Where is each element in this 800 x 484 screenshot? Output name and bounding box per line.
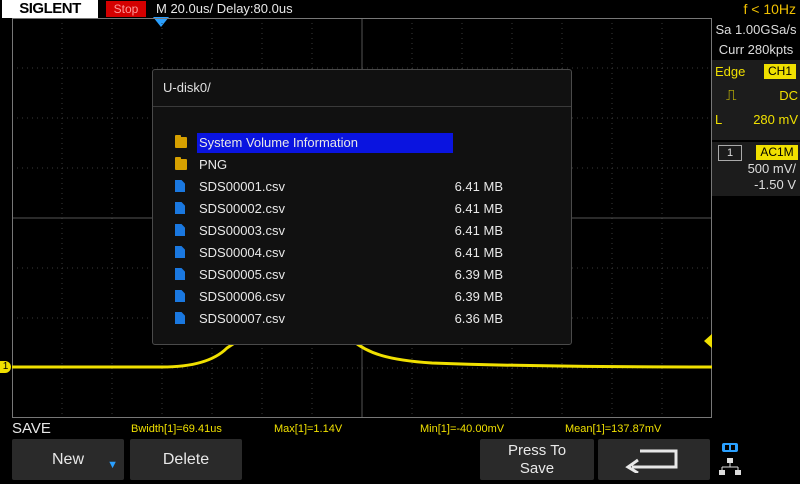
channel1-offset-marker[interactable]: 1 <box>0 361 11 373</box>
channel-coupling: AC1M <box>756 145 798 160</box>
file-browser-dialog: U-disk0/ System Volume Information PNG S… <box>152 69 572 345</box>
file-icon <box>175 290 185 302</box>
entry-size: 6.39 MB <box>454 289 503 304</box>
folder-icon <box>175 157 187 170</box>
entry-size: 6.41 MB <box>454 179 503 194</box>
file-entry-sds00001[interactable]: SDS00001.csv 6.41 MB <box>173 177 553 197</box>
trigger-level-label: L <box>715 112 723 127</box>
file-icon <box>175 268 185 280</box>
press-to-save-button[interactable]: Press To Save <box>480 439 594 480</box>
entry-name: System Volume Information <box>197 133 453 153</box>
delete-button-label: Delete <box>162 451 210 468</box>
file-entry-sds00004[interactable]: SDS00004.csv 6.41 MB <box>173 243 553 263</box>
entry-name: PNG <box>199 157 228 172</box>
file-icon <box>175 224 185 236</box>
channel-offset: -1.50 V <box>754 177 796 192</box>
channel-number: 1 <box>718 145 742 161</box>
side-info-panel: Sa 1.00GSa/s Curr 280kpts Edge CH1 ⎍ DC … <box>712 18 800 418</box>
run-stop-status[interactable]: Stop <box>106 1 146 17</box>
menu-title: SAVE <box>12 420 51 437</box>
dialog-divider <box>153 106 571 107</box>
entry-name: SDS00004.csv <box>199 245 285 260</box>
delete-button[interactable]: Delete <box>130 439 242 480</box>
measurement-bwidth: Bwidth[1]=69.41us <box>131 423 222 435</box>
entry-name: SDS00006.csv <box>199 289 285 304</box>
softkey-bar: New ▼ Delete Press To Save <box>0 437 800 480</box>
entry-name: SDS00005.csv <box>199 267 285 282</box>
trigger-level-value: 280 mV <box>753 112 798 127</box>
dialog-path: U-disk0/ <box>163 80 211 95</box>
file-entry-system-volume-information[interactable]: System Volume Information <box>173 133 553 153</box>
top-status-bar: SIGLENT Stop M 20.0us/ Delay:80.0us f < … <box>0 0 800 18</box>
entry-size: 6.41 MB <box>454 245 503 260</box>
file-entry-sds00002[interactable]: SDS00002.csv 6.41 MB <box>173 199 553 219</box>
press-to-label: Press To <box>507 442 567 459</box>
measurement-max: Max[1]=1.14V <box>274 423 343 435</box>
measurement-mean: Mean[1]=137.87mV <box>565 423 662 435</box>
file-entry-sds00007[interactable]: SDS00007.csv 6.36 MB <box>173 309 553 329</box>
trigger-settings-box[interactable]: Edge CH1 ⎍ DC L 280 mV <box>712 60 800 140</box>
file-icon <box>175 202 185 214</box>
entry-size: 6.41 MB <box>454 201 503 216</box>
folder-icon <box>175 135 187 148</box>
arrow-down-icon: ▼ <box>107 459 118 471</box>
entry-name: SDS00001.csv <box>199 179 285 194</box>
file-entry-sds00003[interactable]: SDS00003.csv 6.41 MB <box>173 221 553 241</box>
usb-network-status <box>716 441 746 479</box>
brand-logo: SIGLENT <box>2 0 98 18</box>
entry-size: 6.39 MB <box>454 267 503 282</box>
file-entry-sds00006[interactable]: SDS00006.csv 6.39 MB <box>173 287 553 307</box>
entry-name: SDS00007.csv <box>199 311 285 326</box>
channel1-settings-box[interactable]: 1 AC1M 500 mV/ -1.50 V <box>712 142 800 196</box>
entry-size: 6.36 MB <box>454 311 503 326</box>
entry-size: 6.41 MB <box>454 223 503 238</box>
trigger-type: Edge <box>715 64 746 79</box>
file-entry-sds00005[interactable]: SDS00005.csv 6.39 MB <box>173 265 553 285</box>
trigger-source: CH1 <box>764 64 796 79</box>
frequency-counter: f < 10Hz <box>743 1 796 17</box>
file-icon <box>175 180 185 192</box>
entry-name: SDS00003.csv <box>199 223 285 238</box>
save-label: Save <box>519 460 555 477</box>
memory-depth: Curr 280kpts <box>718 42 794 57</box>
rising-edge-icon: ⎍ <box>726 87 737 104</box>
timebase-readout[interactable]: M 20.0us/ Delay:80.0us <box>156 0 293 18</box>
entry-name: SDS00002.csv <box>199 201 285 216</box>
return-arrow-icon <box>625 449 678 473</box>
sample-rate: Sa 1.00GSa/s <box>715 22 797 37</box>
file-icon <box>175 246 185 258</box>
trigger-coupling: DC <box>779 88 798 103</box>
new-button[interactable]: New ▼ <box>12 439 124 480</box>
file-entry-png[interactable]: PNG <box>173 155 553 175</box>
back-button[interactable] <box>598 439 710 480</box>
measurement-min: Min[1]=-40.00mV <box>420 423 505 435</box>
file-icon <box>175 312 185 324</box>
network-icon <box>719 458 741 475</box>
